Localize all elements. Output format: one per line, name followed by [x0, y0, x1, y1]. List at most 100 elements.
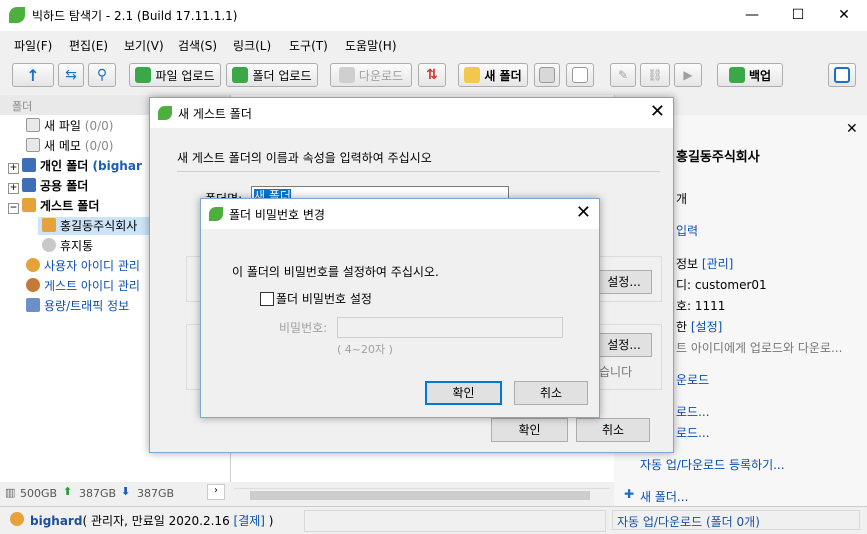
password-label: 비밀번호:: [279, 321, 328, 335]
upload-folder-button[interactable]: 폴더 업로드: [226, 63, 318, 87]
storage-scroll-button[interactable]: ›: [207, 484, 225, 500]
monitor-button[interactable]: [534, 63, 560, 87]
guest-user-icon: [42, 218, 56, 232]
info-line: 정보 [관리]: [676, 255, 733, 272]
panel-icon: [834, 67, 850, 83]
status-bar: bighard( 관리자, 만료일 2020.2.16 [결제] ) 자동 업/…: [0, 506, 867, 534]
menu-tools[interactable]: 도구(T): [289, 37, 328, 54]
tree-label: 사용자 아이디 관리: [44, 259, 140, 273]
status-username: bighard: [30, 514, 83, 528]
edit-button[interactable]: ✎: [610, 63, 636, 87]
settings-button-2[interactable]: 설정...: [596, 333, 652, 357]
tree-label: 개인 폴더: [40, 159, 89, 173]
panel-toggle-button[interactable]: [828, 63, 856, 87]
monitor-icon: [539, 67, 555, 83]
auto-transfer-link[interactable]: 자동 업/다운로드 등록하기...: [640, 456, 785, 473]
dialog-close-icon[interactable]: ✕: [576, 202, 591, 223]
password-checkbox[interactable]: [260, 292, 274, 306]
scroll-thumb[interactable]: [250, 491, 590, 500]
refresh-button[interactable]: ⇆: [58, 63, 84, 87]
status-paren: ): [264, 514, 274, 528]
menu-edit[interactable]: 편집(E): [69, 37, 108, 54]
cancel-button[interactable]: 취소: [576, 418, 650, 442]
menu-link[interactable]: 링크(L): [233, 37, 271, 54]
search-icon: ⚲: [96, 67, 108, 83]
info-close-icon[interactable]: ✕: [846, 121, 858, 137]
tree-label: 새 파일: [44, 119, 81, 133]
info-link[interactable]: 운로드: [676, 371, 709, 388]
link-button[interactable]: ⛓: [640, 63, 670, 87]
info-line: 한 [설정]: [676, 318, 722, 335]
dialog-title: 새 게스트 폴더: [178, 107, 252, 121]
new-folder-button[interactable]: 새 폴더: [458, 63, 528, 87]
download-arrow-icon: ⬇: [121, 485, 131, 498]
tree-item-new-file[interactable]: 새 파일 (0/0): [26, 117, 113, 135]
menu-view[interactable]: 보기(V): [124, 37, 164, 54]
tree-item-new-memo[interactable]: 새 메모 (0/0): [26, 137, 113, 155]
backup-label: 백업: [748, 68, 772, 83]
up-folder-button[interactable]: ↑: [12, 63, 54, 87]
leaf-icon: [209, 207, 223, 221]
menu-bar: 파일(F) 편집(E) 보기(V) 검색(S) 링크(L) 도구(T) 도움말(…: [0, 31, 867, 57]
expand-icon[interactable]: +: [8, 183, 19, 194]
ok-button[interactable]: 확인: [491, 418, 568, 442]
tree-item-trash[interactable]: 휴지통: [42, 237, 93, 255]
menu-file[interactable]: 파일(F): [14, 37, 52, 54]
app-leaf-icon: [9, 7, 25, 23]
collapse-icon[interactable]: −: [8, 203, 19, 214]
download-label: 다운로드: [358, 68, 404, 83]
tree-item-user-id-admin[interactable]: 사용자 아이디 관리: [26, 257, 140, 275]
new-folder-label: 새 폴더: [484, 68, 522, 83]
status-auto-transfer: 자동 업/다운로드 (폴더 0개): [612, 510, 860, 530]
backup-button[interactable]: 백업: [717, 63, 783, 87]
storage-down: 387GB: [137, 487, 175, 500]
tree-label: 게스트 폴더: [40, 199, 100, 213]
tree-count: (0/0): [84, 119, 114, 133]
menu-search[interactable]: 검색(S): [178, 37, 217, 54]
tree-item-personal-folder[interactable]: + 개인 폴더 (bighar: [8, 157, 142, 175]
manage-link[interactable]: [관리]: [702, 257, 733, 271]
tree-item-guest-id-admin[interactable]: 게스트 아이디 관리: [26, 277, 140, 295]
dialog-title-bar: 새 게스트 폴더 ✕: [150, 98, 673, 128]
upload-file-button[interactable]: 파일 업로드: [129, 63, 221, 87]
pencil-icon: ✎: [617, 68, 629, 82]
expand-icon[interactable]: +: [8, 163, 19, 174]
horizontal-scrollbar[interactable]: [234, 488, 610, 503]
tree-item-guest-folder[interactable]: − 게스트 폴더: [8, 197, 99, 215]
menu-help[interactable]: 도움말(H): [345, 37, 397, 54]
payment-link[interactable]: [결제]: [234, 514, 265, 528]
disk-icon: ▥: [5, 486, 16, 499]
settings-button-1[interactable]: 설정...: [596, 270, 652, 294]
tree-item-shared-folder[interactable]: + 공용 폴더: [8, 177, 88, 195]
new-folder-icon: [464, 67, 481, 83]
storage-bar: ▥ 500GB ⬆ 387GB ⬇ 387GB ›: [0, 482, 230, 504]
dialog-title: 폴더 비밀번호 변경: [229, 208, 325, 222]
new-file-button[interactable]: [566, 63, 594, 87]
dialog-title-bar: 폴더 비밀번호 변경 ✕: [201, 199, 599, 229]
tree-item-usage-info[interactable]: 용량/트래픽 정보: [26, 297, 129, 315]
sync-button[interactable]: ⇅: [418, 63, 446, 87]
cancel-button[interactable]: 취소: [514, 381, 588, 405]
search-button[interactable]: ⚲: [88, 63, 116, 87]
info-link[interactable]: 로드...: [676, 403, 710, 420]
ok-button[interactable]: 확인: [425, 381, 502, 405]
settings-link[interactable]: [설정]: [691, 320, 722, 334]
file-icon: [26, 118, 40, 132]
info-line: 트 아이디에게 업로드와 다운로...: [676, 341, 843, 355]
up-arrow-icon: ↑: [26, 65, 40, 85]
folder-pane-title: 폴더: [12, 100, 33, 113]
close-button[interactable]: ✕: [821, 0, 867, 31]
maximize-button[interactable]: ☐: [775, 0, 821, 31]
tree-label: 게스트 아이디 관리: [44, 279, 140, 293]
info-link[interactable]: 입력: [676, 222, 698, 239]
play-button[interactable]: ▶: [674, 63, 702, 87]
new-folder-link[interactable]: 새 폴더...: [640, 488, 688, 505]
info-link[interactable]: 로드...: [676, 424, 710, 441]
folder-password-dialog: 폴더 비밀번호 변경 ✕ 이 폴더의 비밀번호를 설정하여 주십시오. 폴더 비…: [200, 198, 600, 418]
password-checkbox-label[interactable]: 폴더 비밀번호 설정: [276, 290, 372, 307]
dialog-close-icon[interactable]: ✕: [650, 101, 665, 122]
password-hint: ( 4~20자 ): [337, 343, 393, 356]
minimize-button[interactable]: —: [729, 0, 775, 31]
password-input[interactable]: [337, 317, 563, 338]
download-button[interactable]: 다운로드: [330, 63, 412, 87]
